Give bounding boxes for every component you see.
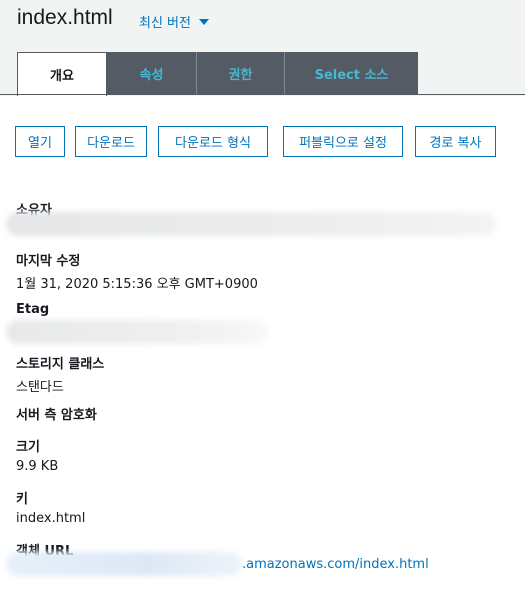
page-header: index.html 최신 버전 개요 속성 권한 Select 소스 xyxy=(0,0,525,96)
caret-down-icon xyxy=(198,18,209,25)
etag-field: Etag xyxy=(16,302,49,317)
encryption-field: 서버 측 암호화 xyxy=(16,404,97,423)
storage-class-field: 스토리지 클래스 스탠다드 xyxy=(16,353,104,395)
copy-path-button[interactable]: 경로 복사 xyxy=(415,126,496,157)
last-modified-value: 1월 31, 2020 5:15:36 오후 GMT+0900 xyxy=(16,277,258,292)
key-label: 키 xyxy=(16,492,28,507)
tab-divider xyxy=(0,94,525,95)
object-url-link[interactable]: .amazonaws.com/index.html xyxy=(242,557,429,572)
size-label: 크기 xyxy=(16,440,40,455)
download-button[interactable]: 다운로드 xyxy=(75,126,147,157)
encryption-label: 서버 측 암호화 xyxy=(16,408,97,423)
tab-select-from[interactable]: Select 소스 xyxy=(285,52,418,94)
last-modified-field: 마지막 수정 1월 31, 2020 5:15:36 오후 GMT+0900 xyxy=(16,250,258,292)
key-value: index.html xyxy=(16,511,86,526)
tab-permissions[interactable]: 권한 xyxy=(197,52,285,94)
size-field: 크기 9.9 KB xyxy=(16,436,58,474)
etag-label: Etag xyxy=(16,302,50,317)
tab-overview[interactable]: 개요 xyxy=(17,52,107,96)
action-buttons: 열기 다운로드 다운로드 형식 퍼블릭으로 설정 경로 복사 xyxy=(15,126,496,157)
etag-value-redacted xyxy=(6,320,268,344)
object-url-redacted xyxy=(6,552,242,576)
last-modified-label: 마지막 수정 xyxy=(16,254,81,269)
size-value: 9.9 KB xyxy=(16,459,59,474)
key-field: 키 index.html xyxy=(16,488,85,526)
make-public-button[interactable]: 퍼블릭으로 설정 xyxy=(283,126,403,157)
download-as-button[interactable]: 다운로드 형식 xyxy=(158,126,268,157)
open-button[interactable]: 열기 xyxy=(15,126,65,157)
page-title: index.html xyxy=(17,6,113,29)
version-dropdown[interactable]: 최신 버전 xyxy=(139,12,209,31)
storage-class-value: 스탠다드 xyxy=(16,380,64,395)
storage-class-label: 스토리지 클래스 xyxy=(16,357,105,372)
owner-value-redacted xyxy=(6,212,496,236)
tab-bar: 개요 속성 권한 Select 소스 xyxy=(17,52,418,96)
tab-properties[interactable]: 속성 xyxy=(107,52,197,94)
version-label: 최신 버전 xyxy=(139,16,191,31)
